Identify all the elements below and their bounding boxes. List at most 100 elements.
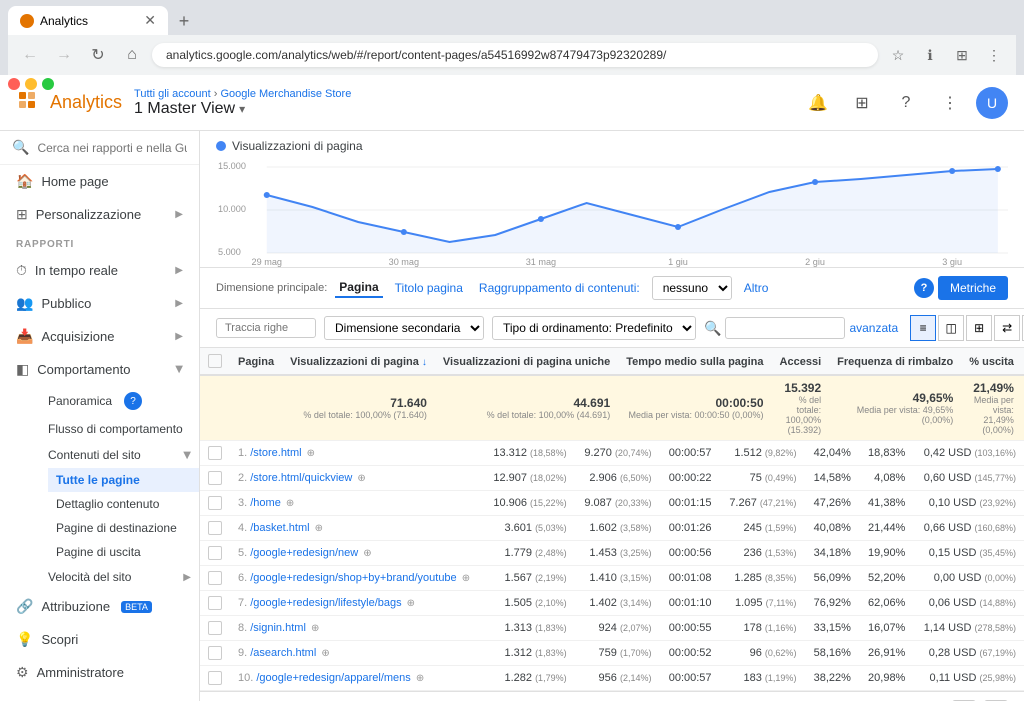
external-link-icon[interactable]: ⊕ [315,523,323,534]
bookmark-icon[interactable]: ☆ [884,41,912,69]
sidebar-item-destinazione[interactable]: Pagine di destinazione [48,516,199,540]
sidebar-item-velocita[interactable]: Velocità del sito ▶ [32,564,199,590]
metriche-button[interactable]: Metriche [938,276,1008,300]
back-button[interactable]: ← [16,41,44,69]
menu-icon[interactable]: ⋮ [980,41,1008,69]
breadcrumb-all-accounts[interactable]: Tutti gli account [134,88,211,100]
chart-view-icon[interactable]: ◫ [938,315,964,341]
external-link-icon[interactable]: ⊕ [462,573,470,584]
apps-button[interactable]: ⊞ [844,85,880,121]
row-checkbox[interactable] [200,616,230,641]
extensions-icon[interactable]: ⊞ [948,41,976,69]
sidebar-item-realtime[interactable]: ⏱ In tempo reale ▶ [0,254,199,287]
profile-icon[interactable]: ℹ [916,41,944,69]
sidebar-item-attribuzione[interactable]: 🔗 Attribuzione BETA [0,590,199,623]
page-link[interactable]: /store.html/quickview [250,472,352,484]
active-tab[interactable]: Analytics ✕ [8,6,168,35]
new-tab-button[interactable]: + [170,7,198,35]
row-checkbox[interactable] [200,466,230,491]
col-header-pagina[interactable]: Pagina [230,348,282,375]
advanced-search-link[interactable]: avanzata [849,321,898,335]
sidebar-item-scopri[interactable]: 💡 Scopri [0,623,199,656]
sidebar-item-acquisizione[interactable]: 📥 Acquisizione ▶ [0,320,199,353]
maximize-window[interactable] [42,78,54,90]
help-bubble-metriche[interactable]: ? [914,278,934,298]
external-link-icon[interactable]: ⊕ [357,473,365,484]
raggruppamento-dropdown[interactable]: nessuno [652,276,732,300]
page-link[interactable]: /signin.html [250,622,306,634]
page-link[interactable]: /basket.html [250,522,309,534]
address-bar[interactable] [152,43,878,67]
row-checkbox[interactable] [200,641,230,666]
refresh-button[interactable]: ↻ [84,41,112,69]
notifications-button[interactable]: 🔔 [800,85,836,121]
external-link-icon[interactable]: ⊕ [321,648,329,659]
minimize-window[interactable] [25,78,37,90]
altro-link[interactable]: Altro [740,279,773,297]
checkbox-header[interactable] [200,348,230,375]
search-rows-input[interactable] [216,318,316,338]
sidebar-search-input[interactable] [37,141,187,155]
sort-type-dropdown[interactable]: Tipo di ordinamento: Predefinito [492,316,696,340]
page-link[interactable]: /asearch.html [250,647,316,659]
table-search-input[interactable] [725,317,845,339]
row-checkbox[interactable] [200,441,230,466]
sidebar-item-personalization[interactable]: ⊞ Personalizzazione ▶ [0,198,199,231]
acquisizione-icon: 📥 [16,328,33,345]
row-checkbox[interactable] [200,666,230,691]
page-link[interactable]: /google+redesign/shop+by+brand/youtube [250,572,456,584]
breadcrumb-store[interactable]: Google Merchandise Store [220,88,351,100]
row-checkbox[interactable] [200,491,230,516]
row-checkbox[interactable] [200,591,230,616]
page-link[interactable]: /google+redesign/lifestyle/bags [250,597,401,609]
sidebar-collapse-button[interactable]: ‹ [0,689,199,701]
external-link-icon[interactable]: ⊕ [363,548,371,559]
tab-close-button[interactable]: ✕ [144,12,156,29]
dim-pagina-link[interactable]: Pagina [335,278,382,298]
sidebar-item-uscita[interactable]: Pagine di uscita [48,540,199,564]
col-header-vis-uniche[interactable]: Visualizzazioni di pagina uniche [435,348,618,375]
col-header-visualizzazioni[interactable]: Visualizzazioni di pagina ↓ [282,348,435,375]
sidebar-item-home[interactable]: 🏠 Home page [0,165,199,198]
col-header-frequenza[interactable]: Frequenza di rimbalzo [829,348,961,375]
table-rows: 1. /store.html ⊕ 13.312 (18,58%) 9.270 (… [200,441,1024,691]
page-link[interactable]: /store.html [250,447,301,459]
row-vis-uniche: 759 (1,70%) [575,641,660,666]
col-header-accessi[interactable]: Accessi [772,348,830,375]
sidebar-item-dettaglio[interactable]: Dettaglio contenuto [48,492,199,516]
sidebar-item-amministratore[interactable]: ⚙ Amministratore [0,656,199,689]
external-link-icon[interactable]: ⊕ [307,448,315,459]
col-header-tempo[interactable]: Tempo medio sulla pagina [618,348,771,375]
sidebar-item-pubblico[interactable]: 👥 Pubblico ▶ [0,287,199,320]
pivot-view-icon[interactable]: ⊞ [966,315,992,341]
view-selector[interactable]: 1 Master View ▾ [134,100,788,118]
external-link-icon[interactable]: ⊕ [286,498,294,509]
page-link[interactable]: /google+redesign/apparel/mens [256,672,410,684]
table-view-icon[interactable]: ≡ [910,315,936,341]
forward-button[interactable]: → [50,41,78,69]
home-button[interactable]: ⌂ [118,41,146,69]
row-checkbox[interactable] [200,566,230,591]
compare-view-icon[interactable]: ⇄ [994,315,1020,341]
sidebar-item-comportamento[interactable]: ◧ Comportamento ▶ [0,353,199,386]
secondary-dim-dropdown[interactable]: Dimensione secondaria [324,316,484,340]
page-link[interactable]: /google+redesign/new [250,547,358,559]
row-checkbox[interactable] [200,516,230,541]
col-header-uscita[interactable]: % uscita [961,348,1022,375]
row-checkbox[interactable] [200,541,230,566]
close-window[interactable] [8,78,20,90]
external-link-icon[interactable]: ⊕ [407,598,415,609]
external-link-icon[interactable]: ⊕ [311,623,319,634]
page-link[interactable]: /home [250,497,281,509]
sidebar-item-tutte-pagine[interactable]: Tutte le pagine [48,468,199,492]
external-link-icon[interactable]: ⊕ [416,673,424,684]
dimensioni-badge[interactable]: ? [124,392,142,410]
dim-titolo-link[interactable]: Titolo pagina [391,279,467,297]
more-options-button[interactable]: ⋮ [932,85,968,121]
sidebar-item-panoramica[interactable]: Panoramica ? [32,386,199,416]
user-avatar[interactable]: U [976,87,1008,119]
sidebar-item-flusso[interactable]: Flusso di comportamento [32,416,199,442]
sidebar-item-contenuti[interactable]: Contenuti del sito ▶ [32,442,199,468]
help-button[interactable]: ? [888,85,924,121]
dim-raggruppamento-link[interactable]: Raggruppamento di contenuti: [475,279,644,297]
